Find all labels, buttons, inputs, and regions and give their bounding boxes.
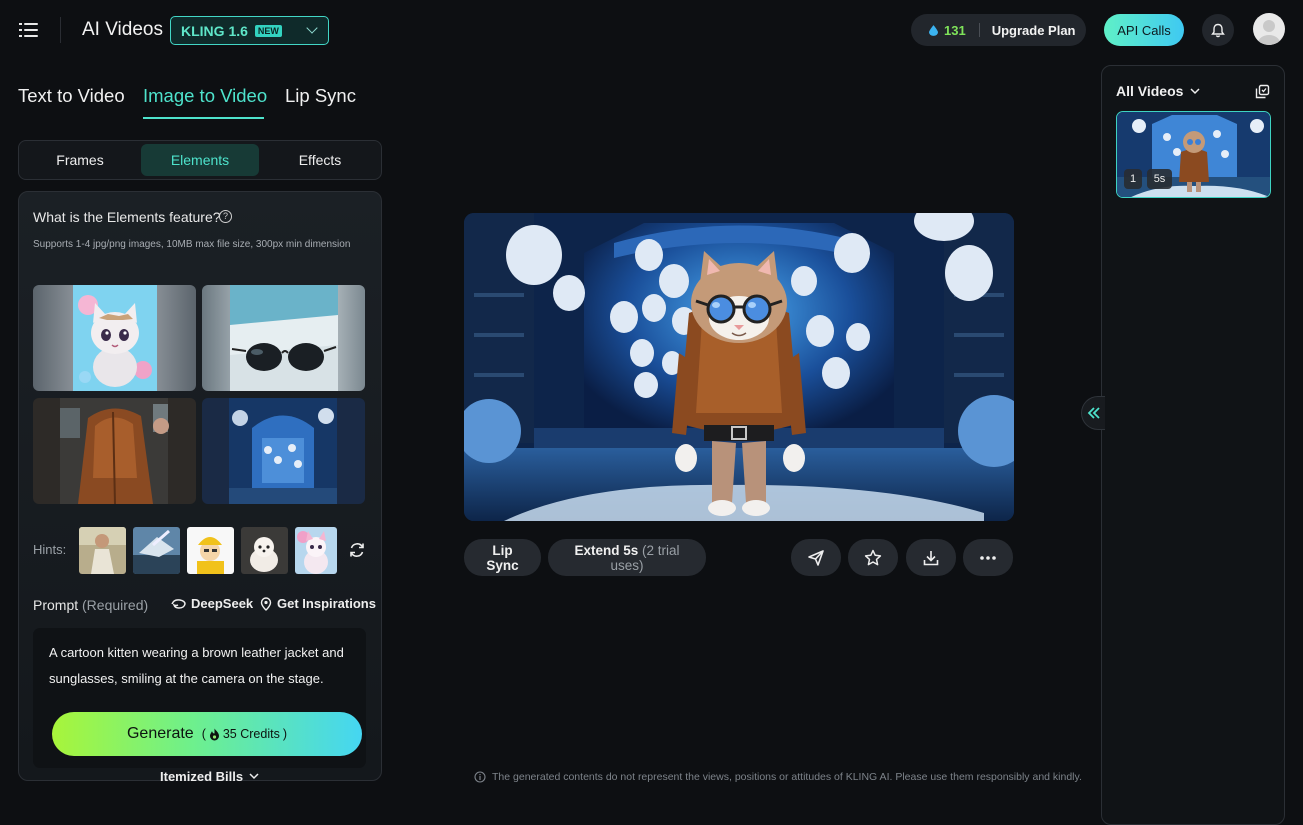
- hint-image-5[interactable]: [295, 527, 337, 574]
- info-icon: [474, 771, 486, 783]
- refresh-icon[interactable]: [346, 539, 368, 561]
- credits-separator: [978, 23, 980, 37]
- get-inspirations-button[interactable]: Get Inspirations: [260, 596, 376, 611]
- double-chevron-left-icon[interactable]: [1081, 396, 1105, 430]
- elements-title: What is the Elements feature?: [33, 209, 221, 225]
- menu-icon[interactable]: [18, 19, 40, 41]
- deepseek-label: DeepSeek: [191, 596, 254, 611]
- chevron-down-icon: [1190, 87, 1200, 94]
- subtab-frames[interactable]: Frames: [21, 144, 139, 176]
- model-name: KLING 1.6: [181, 22, 248, 39]
- subtab-elements[interactable]: Elements: [141, 144, 259, 176]
- active-tab-indicator: [143, 117, 264, 119]
- thumbnail-duration-badge: 5s: [1147, 169, 1172, 189]
- element-slot-kitten[interactable]: [33, 285, 196, 391]
- prompt-label-text: Prompt: [33, 597, 79, 613]
- tab-text-to-video[interactable]: Text to Video: [18, 85, 125, 107]
- element-slot-stage[interactable]: [202, 398, 365, 504]
- page-title: AI Videos: [82, 19, 163, 40]
- thumbnail-count-badge: 1: [1124, 169, 1142, 189]
- inspire-label: Get Inspirations: [277, 596, 376, 611]
- model-select[interactable]: KLING 1.6 NEW: [170, 16, 329, 45]
- credits-pill[interactable]: 131 Upgrade Plan: [911, 14, 1086, 46]
- deepseek-icon: [171, 598, 186, 609]
- extend-label: Extend 5s: [574, 542, 639, 558]
- location-pin-icon: [260, 596, 272, 611]
- download-icon[interactable]: [906, 539, 956, 576]
- hint-image-2[interactable]: [133, 527, 180, 574]
- generate-button[interactable]: Generate ( 35 Credits ): [52, 712, 362, 756]
- avatar[interactable]: [1253, 13, 1285, 45]
- element-slot-jacket[interactable]: [33, 398, 196, 504]
- prompt-label: Prompt (Required): [33, 597, 148, 613]
- tab-lip-sync[interactable]: Lip Sync: [285, 85, 356, 107]
- prompt-text[interactable]: A cartoon kitten wearing a brown leather…: [49, 640, 354, 692]
- extend-button[interactable]: Extend 5s (2 trial uses): [548, 539, 706, 576]
- star-icon[interactable]: [848, 539, 898, 576]
- generate-label: Generate: [126, 725, 194, 742]
- flame-icon: [209, 728, 219, 740]
- new-badge: NEW: [254, 24, 282, 37]
- header-divider: [60, 17, 61, 43]
- upgrade-plan-button[interactable]: Upgrade Plan: [992, 23, 1076, 38]
- generate-credits: ( 35 Credits ): [202, 727, 287, 741]
- sub-tab-bar: Frames Elements Effects: [18, 140, 382, 180]
- subtab-effects[interactable]: Effects: [261, 144, 379, 176]
- help-icon[interactable]: ?: [219, 210, 232, 223]
- itemized-label: Itemized Bills: [160, 769, 244, 784]
- element-slot-sunglasses[interactable]: [202, 285, 365, 391]
- hint-image-4[interactable]: [241, 527, 288, 574]
- credits-paren-close: ): [282, 727, 288, 741]
- all-videos-dropdown[interactable]: All Videos: [1116, 83, 1200, 99]
- prompt-required-text: (Required): [82, 597, 149, 613]
- multi-select-icon[interactable]: [1255, 84, 1270, 99]
- chevron-down-icon: [306, 22, 318, 34]
- hint-image-3[interactable]: [187, 527, 234, 574]
- chevron-down-icon: [249, 773, 259, 780]
- video-preview[interactable]: [464, 213, 1014, 521]
- share-icon[interactable]: [791, 539, 841, 576]
- more-icon[interactable]: [963, 539, 1013, 576]
- bell-icon[interactable]: [1202, 14, 1234, 46]
- credits-count: 131: [944, 22, 966, 38]
- deepseek-button[interactable]: DeepSeek: [171, 596, 253, 611]
- itemized-bills-button[interactable]: Itemized Bills: [160, 769, 259, 784]
- disclaimer-text: The generated contents do not represent …: [492, 771, 1082, 783]
- all-videos-label: All Videos: [1116, 83, 1184, 99]
- disclaimer: The generated contents do not represent …: [474, 771, 1082, 783]
- generate-credits-text: 35 Credits: [222, 727, 280, 741]
- elements-subtitle: Supports 1-4 jpg/png images, 10MB max fi…: [33, 239, 351, 250]
- credits-paren-open: (: [201, 727, 206, 741]
- hints-label: Hints:: [33, 542, 67, 557]
- tab-image-to-video[interactable]: Image to Video: [143, 85, 267, 107]
- lip-sync-button[interactable]: Lip Sync: [464, 539, 541, 576]
- api-calls-button[interactable]: API Calls: [1104, 14, 1184, 46]
- droplet-icon: [929, 24, 938, 36]
- hint-image-1[interactable]: [79, 527, 126, 574]
